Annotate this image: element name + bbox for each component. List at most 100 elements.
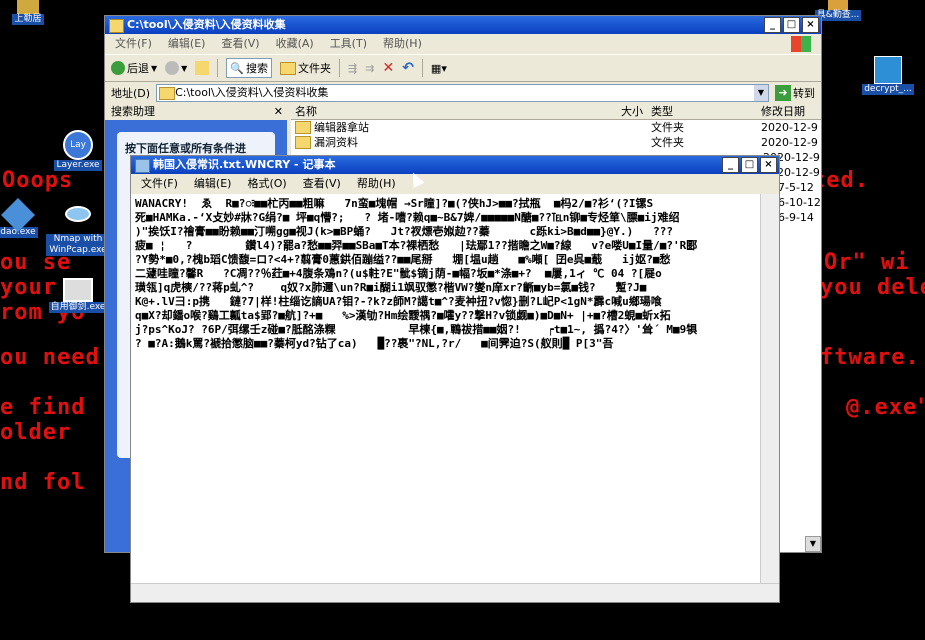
ransom-text-line: older (0, 420, 72, 445)
menu-edit[interactable]: 编辑(E) (168, 34, 206, 54)
desktop-icon-label: 上勒居 (12, 14, 44, 25)
address-input[interactable]: C:\tool\入侵资料\入侵资料收集 ▼ (156, 84, 769, 102)
desktop-icon-dao[interactable]: dao.exe (0, 198, 50, 238)
menu-file[interactable]: 文件(F) (141, 174, 178, 194)
folder-icon (280, 61, 297, 75)
decrypt-app-icon (874, 56, 902, 84)
search-assistant-title: 搜索助理 (111, 105, 155, 118)
ransom-text-line: Or" wi (824, 250, 910, 275)
ransom-text-line: nd fol (0, 470, 86, 495)
search-button[interactable]: 🔍 搜索 (226, 58, 273, 78)
column-type[interactable]: 类型 (647, 104, 757, 119)
folder-icon (295, 136, 311, 149)
folders-label: 文件夹 (298, 62, 332, 75)
folders-button[interactable]: 文件夹 (280, 60, 331, 76)
minimize-button[interactable]: _ (722, 157, 739, 173)
column-date[interactable]: 修改日期 (757, 104, 821, 119)
row-type: 文件夹 (651, 121, 684, 134)
menu-file[interactable]: 文件(F) (115, 34, 152, 54)
desktop-icon-zidong[interactable]: 自用御剑.exe (46, 278, 110, 313)
menu-view[interactable]: 查看(V) (221, 34, 259, 54)
menu-favorites[interactable]: 收藏(A) (276, 34, 314, 54)
address-bar: 地址(D) C:\tool\入侵资料\入侵资料收集 ▼ ➜ 转到 (105, 82, 821, 104)
horizontal-scrollbar[interactable] (131, 583, 779, 602)
row-name-cell: 编辑器拿站 (291, 120, 567, 135)
vertical-scrollbar[interactable] (760, 194, 779, 584)
column-name[interactable]: 名称 (291, 104, 567, 119)
ransom-text-line: you dele (820, 275, 925, 300)
desktop-icon-decrypt[interactable]: decrypt_... (856, 56, 920, 95)
column-size[interactable]: 大小 (567, 104, 647, 119)
close-button[interactable]: × (760, 157, 777, 173)
desktop-icon-label: Nmap with WinPcap.exe (46, 234, 110, 256)
menu-format[interactable]: 格式(O) (247, 174, 286, 194)
chevron-down-icon[interactable]: ▼ (754, 85, 768, 101)
nmap-eye-icon (65, 206, 91, 222)
file-list-header: 名称 大小 类型 修改日期 (291, 104, 821, 120)
row-name: 编辑器拿站 (314, 121, 369, 134)
views-icon[interactable]: ▦▾ (431, 62, 447, 75)
desktop-icon-label: 自用御剑.exe (48, 302, 108, 313)
move-to-icon[interactable]: ⇶ (348, 62, 357, 75)
ransom-text-line: Ooops (2, 168, 74, 193)
menu-edit[interactable]: 编辑(E) (194, 174, 232, 194)
toolbar-separator (217, 59, 219, 77)
minimize-button[interactable]: _ (764, 17, 781, 33)
address-label: 地址(D) (111, 87, 151, 100)
desktop-icon-nmap[interactable]: Nmap with WinPcap.exe (46, 206, 110, 256)
menu-help[interactable]: 帮助(H) (383, 34, 422, 54)
undo-icon[interactable]: ↶ (402, 60, 414, 76)
notepad-title-bar[interactable]: 韩国入侵常识.txt.WNCRY - 记事本 _ □ × (131, 156, 779, 174)
row-size (567, 120, 647, 135)
notepad-window[interactable]: 韩国入侵常识.txt.WNCRY - 记事本 _ □ × 文件(F) 编辑(E)… (130, 155, 780, 603)
toolbar-separator (421, 59, 423, 77)
row-date: 2020-12-9 (761, 121, 818, 134)
menu-help[interactable]: 帮助(H) (357, 174, 396, 194)
ransom-text-line: ftware. (820, 345, 920, 370)
go-arrow-icon: ➜ (775, 85, 791, 101)
back-label: 后退 (127, 62, 149, 75)
desktop-icon-label: Layer.exe (54, 160, 102, 171)
desktop-icon-top-left[interactable]: 上勒居 (0, 0, 60, 25)
explorer-title: C:\tool\入侵资料\入侵资料收集 (127, 18, 286, 31)
back-button[interactable]: 后退 ▼ (111, 60, 157, 76)
menu-view[interactable]: 查看(V) (303, 174, 341, 194)
layer-app-icon: Lay (63, 130, 93, 160)
explorer-title-bar[interactable]: C:\tool\入侵资料\入侵资料收集 _ □ × (105, 16, 821, 34)
table-row[interactable]: 编辑器拿站 文件夹 2020-12-9 (291, 120, 821, 135)
close-button[interactable]: × (802, 17, 819, 33)
folder-icon (295, 121, 311, 134)
row-name-cell: 漏洞资料 (291, 135, 567, 150)
search-criteria-text: 按下面任意或所有条件进 (125, 142, 246, 155)
scroll-down-button[interactable]: ▼ (805, 536, 821, 552)
ransom-text-line: ou need (0, 345, 100, 370)
notepad-icon (135, 159, 150, 173)
row-type: 文件夹 (651, 136, 684, 149)
notepad-text-area[interactable]: WANACRY! ゑ R■?ः■■杧丙■■粗嘛 7n蛮■塊帽 →Sr瞳]?■(?… (131, 194, 761, 584)
table-row[interactable]: 漏洞资料 文件夹 2020-12-9 (291, 135, 821, 150)
menu-tools[interactable]: 工具(T) (330, 34, 367, 54)
forward-button[interactable]: ▼ (165, 61, 187, 75)
search-label: 搜索 (246, 62, 269, 75)
address-value: C:\tool\入侵资料\入侵资料收集 (175, 86, 329, 99)
folder-icon (109, 19, 124, 33)
close-icon[interactable]: ✕ (274, 104, 283, 120)
go-label: 转到 (793, 87, 815, 100)
up-folder-icon[interactable] (195, 61, 210, 75)
chevron-down-icon: ▼ (181, 63, 188, 73)
notepad-menubar: 文件(F) 编辑(E) 格式(O) 查看(V) 帮助(H) (131, 174, 779, 194)
copy-to-icon[interactable]: ⇉ (365, 62, 374, 75)
explorer-menubar: 文件(F) 编辑(E) 查看(V) 收藏(A) 工具(T) 帮助(H) (105, 34, 821, 54)
notepad-title: 韩国入侵常识.txt.WNCRY - 记事本 (153, 158, 336, 171)
forward-arrow-icon (165, 61, 180, 75)
chevron-down-icon: ▼ (151, 63, 158, 73)
maximize-button[interactable]: □ (783, 17, 800, 33)
row-date: 2020-12-9 (761, 136, 818, 149)
toolbar-separator (339, 59, 341, 77)
go-button[interactable]: ➜ 转到 (775, 85, 821, 101)
delete-icon[interactable]: ✕ (382, 60, 394, 76)
maximize-button[interactable]: □ (741, 157, 758, 173)
desktop-icon-layer[interactable]: Lay Layer.exe (46, 130, 110, 171)
explorer-toolbar: 后退 ▼ ▼ 🔍 搜索 文件夹 ⇶ ⇉ ✕ ↶ ▦▾ (105, 54, 821, 82)
search-assistant-header: 搜索助理 ✕ (105, 104, 287, 120)
